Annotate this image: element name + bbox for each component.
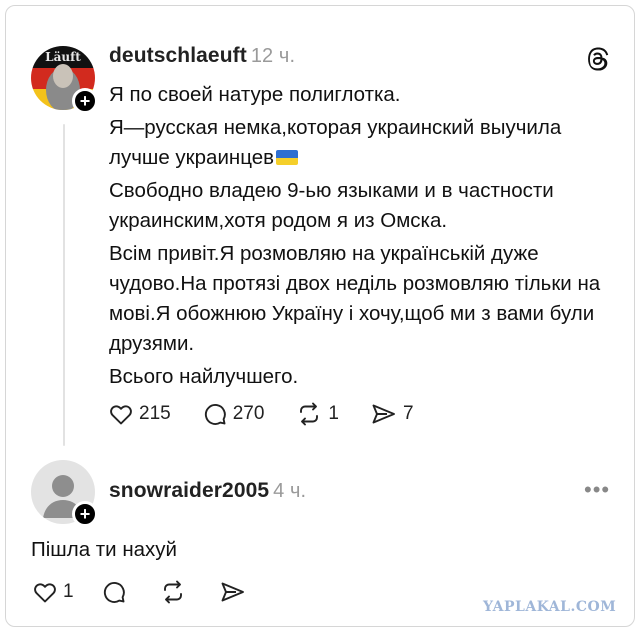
share-button[interactable]: 7 [371, 403, 414, 425]
share-button[interactable] [220, 581, 252, 603]
post-paragraph: Свободно владею 9-ью языками и в частнос… [109, 179, 554, 232]
like-button[interactable]: 1 [33, 581, 74, 603]
repost-count: 1 [328, 403, 339, 424]
follow-button[interactable]: + [72, 501, 98, 527]
comment-count: 270 [232, 403, 265, 424]
more-options-icon[interactable]: ••• [584, 479, 610, 501]
post-paragraph: Я по своей натуре полиглотка. [109, 83, 401, 106]
like-count: 215 [139, 403, 171, 424]
post-paragraph: Я—русская немка,которая украинский выучи… [109, 113, 619, 173]
post-paragraph: Всім привіт.Я розмовляю на українській д… [109, 242, 601, 355]
send-icon [372, 404, 395, 424]
like-count: 1 [63, 581, 74, 602]
comment-icon [204, 404, 226, 425]
reply-actions: 1 [33, 580, 280, 604]
post-paragraph-text: Я—русская немка,которая украинский выучи… [109, 116, 562, 169]
post-actions: 215 270 1 7 [109, 402, 446, 426]
repost-icon [163, 580, 182, 604]
post-body: Я по своей натуре полиглотка. Я—русская … [109, 80, 619, 395]
thread-line [63, 124, 65, 446]
post-time: 12 ч. [250, 45, 296, 67]
username-text[interactable]: deutschlaeuft [109, 44, 247, 67]
follow-button[interactable]: + [72, 88, 98, 114]
like-button[interactable]: 215 [109, 403, 171, 425]
heart-icon [110, 405, 132, 425]
ukraine-flag-icon [276, 150, 299, 165]
repost-button[interactable] [160, 580, 192, 604]
heart-icon [34, 583, 56, 603]
screenshot-frame: Läuft + deutschlaeuft 12 ч. Я по своей на… [5, 5, 635, 627]
watermark: YAPLAKAL.COM [483, 599, 617, 615]
reply-body: Пішла ти нахуй [31, 538, 178, 561]
repost-button[interactable]: 1 [296, 402, 339, 426]
send-icon [221, 582, 244, 602]
avatar-text: Läuft [45, 50, 81, 64]
comment-button[interactable]: 270 [203, 402, 265, 426]
repost-icon [300, 402, 319, 426]
post-paragraph: Всього найлучшего. [109, 365, 299, 388]
reply-username-text[interactable]: snowraider2005 [109, 479, 269, 502]
reply-time: 4 ч. [273, 480, 307, 502]
comment-icon [103, 582, 125, 603]
share-count: 7 [402, 403, 414, 424]
post-username[interactable]: deutschlaeuft 12 ч. [109, 44, 295, 68]
threads-logo-icon[interactable] [586, 47, 610, 71]
reply-username[interactable]: snowraider2005 4 ч. [109, 479, 306, 503]
comment-button[interactable] [102, 580, 132, 604]
